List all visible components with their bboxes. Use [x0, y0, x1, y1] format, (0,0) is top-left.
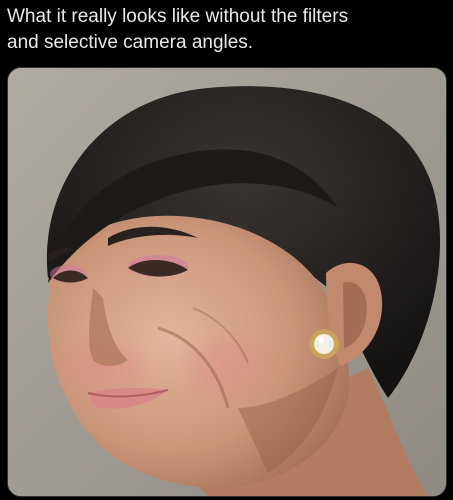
tweet-media-photo[interactable] — [7, 67, 447, 497]
tweet-text: What it really looks like without the fi… — [7, 6, 349, 53]
portrait-photo — [8, 68, 446, 496]
